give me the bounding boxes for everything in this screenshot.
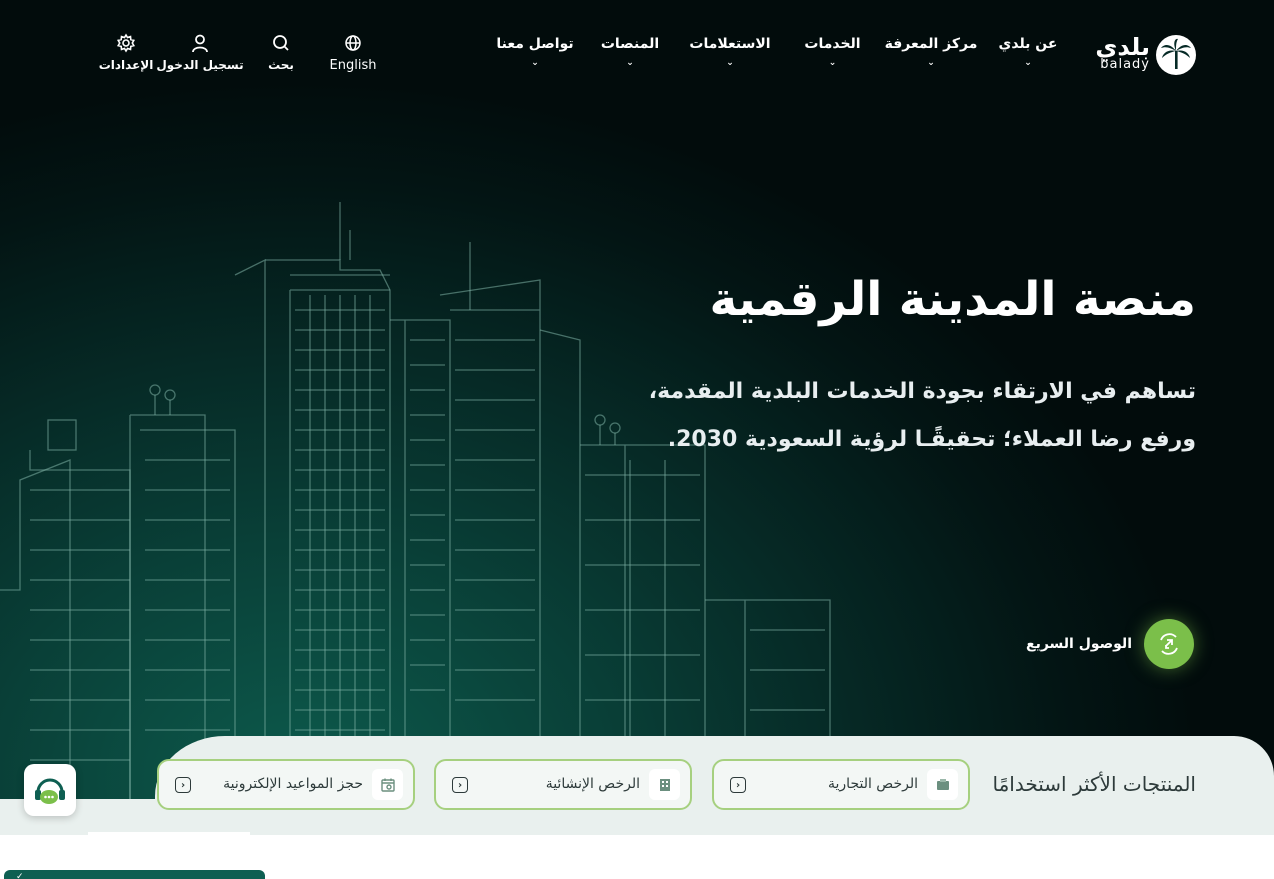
nav-item-platforms[interactable]: المنصات ⌄ bbox=[585, 36, 675, 68]
chevron-left-icon: ‹ bbox=[175, 777, 191, 793]
search-button[interactable]: بحث bbox=[246, 33, 316, 73]
nav-item-knowledge-center[interactable]: مركز المعرفة ⌄ bbox=[880, 36, 982, 68]
nav-item-about[interactable]: عن بلدي ⌄ bbox=[982, 36, 1074, 68]
quick-access-button[interactable]: الوصول السريع bbox=[1026, 619, 1194, 669]
chevron-down-icon: ⌄ bbox=[531, 58, 539, 68]
hero-section: بلدي balady عن بلدي ⌄ مركز المعرفة ⌄ الخ… bbox=[0, 0, 1274, 835]
check-icon: ✓ bbox=[16, 872, 24, 879]
nav-item-inquiries[interactable]: الاستعلامات ⌄ bbox=[675, 36, 785, 68]
quick-access-label: الوصول السريع bbox=[1026, 636, 1132, 652]
main-nav: عن بلدي ⌄ مركز المعرفة ⌄ الخدمات ⌄ الاست… bbox=[485, 36, 1074, 68]
chevron-down-icon: ⌄ bbox=[828, 58, 837, 68]
quick-access-icon bbox=[1144, 619, 1194, 669]
globe-icon bbox=[345, 35, 361, 51]
commercial-license-icon bbox=[927, 769, 958, 800]
settings-button[interactable]: الإعدادات bbox=[98, 33, 154, 73]
user-icon bbox=[192, 34, 208, 53]
hero-title: منصة المدينة الرقمية bbox=[709, 272, 1196, 327]
building-license-icon bbox=[649, 769, 680, 800]
gear-icon bbox=[116, 33, 136, 53]
product-commercial-licenses[interactable]: الرخص التجارية ‹ bbox=[712, 759, 970, 810]
support-headset-icon bbox=[35, 778, 65, 804]
chatbot-button[interactable] bbox=[24, 764, 76, 816]
header-tools: English بحث تسجيل الدخول الإعدادات bbox=[98, 33, 390, 73]
palm-emblem-icon bbox=[1156, 35, 1196, 75]
chevron-left-icon: ‹ bbox=[452, 777, 468, 793]
chevron-down-icon: ⌄ bbox=[726, 58, 734, 68]
chevron-down-icon: ⌄ bbox=[927, 58, 935, 68]
login-button[interactable]: تسجيل الدخول bbox=[154, 33, 246, 73]
appointment-icon bbox=[372, 769, 403, 800]
language-switch[interactable]: English bbox=[316, 33, 390, 73]
nav-item-services[interactable]: الخدمات ⌄ bbox=[785, 36, 880, 68]
product-building-licenses[interactable]: الرخص الإنشائية ‹ bbox=[434, 759, 692, 810]
search-icon bbox=[273, 35, 289, 51]
chevron-down-icon: ⌄ bbox=[1024, 58, 1032, 68]
logo-text-en: balady bbox=[1100, 57, 1150, 72]
divider bbox=[88, 832, 250, 836]
bottom-floating-bar[interactable]: ✓ bbox=[4, 870, 265, 879]
hero-subtitle: تساهم في الارتقاء بجودة الخدمات البلدية … bbox=[648, 379, 1196, 452]
balady-logo[interactable]: بلدي balady bbox=[1095, 33, 1196, 77]
product-appointments[interactable]: حجز المواعيد الإلكترونية ‹ bbox=[157, 759, 415, 810]
products-title: المنتجات الأكثر استخدامًا bbox=[992, 772, 1196, 796]
chevron-down-icon: ⌄ bbox=[626, 58, 634, 68]
nav-item-contact[interactable]: تواصل معنا ⌄ bbox=[485, 36, 585, 68]
chevron-left-icon: ‹ bbox=[730, 777, 746, 793]
